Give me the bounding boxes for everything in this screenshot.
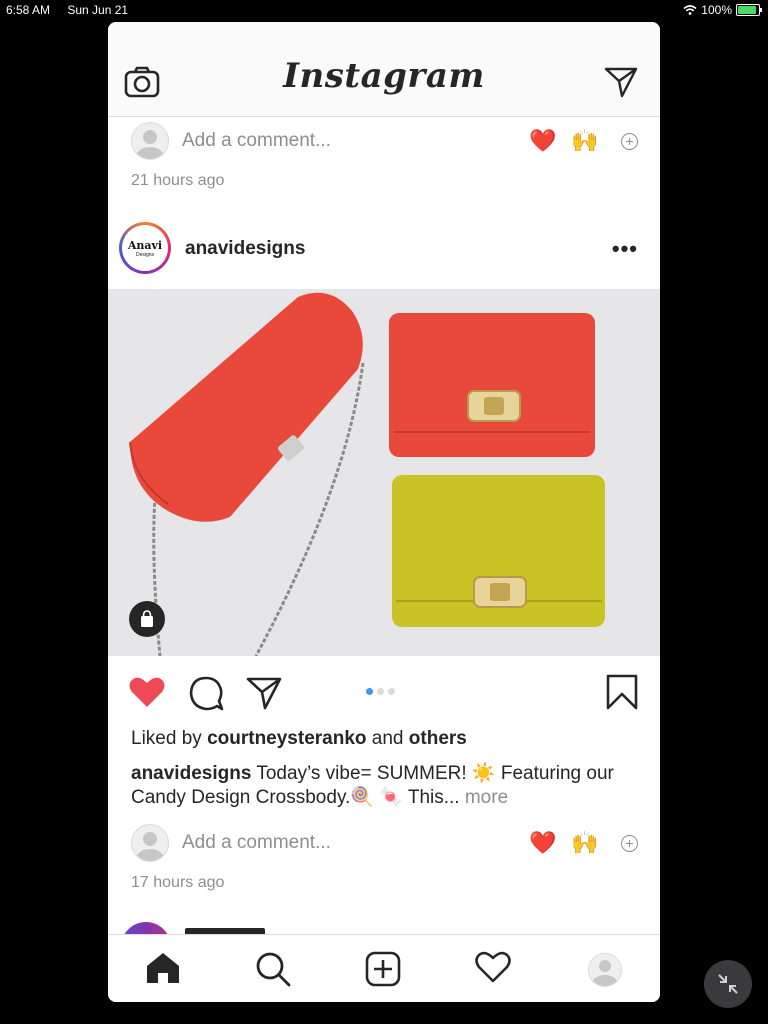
comment-icon[interactable] bbox=[188, 676, 224, 712]
battery-fill bbox=[738, 6, 756, 14]
new-post-icon[interactable] bbox=[365, 951, 401, 987]
instagram-app-window: Instagram Add a comment... ❤️ 🙌 + 21 hou… bbox=[108, 22, 660, 1002]
add-reaction-icon[interactable]: + bbox=[621, 835, 638, 852]
caption-more-link[interactable]: more bbox=[465, 787, 508, 808]
likes-and: and bbox=[371, 728, 404, 749]
more-options-icon[interactable]: ••• bbox=[612, 236, 638, 262]
avatar bbox=[131, 824, 169, 862]
post-header: Anavi Designs anavidesigns ••• bbox=[108, 222, 660, 278]
previous-post-timestamp: 21 hours ago bbox=[131, 172, 225, 189]
collapse-arrows-icon bbox=[718, 974, 738, 994]
post-caption: anavidesigns Today’s vibe= SUMMER! ☀️ Fe… bbox=[131, 762, 641, 810]
bookmark-icon[interactable] bbox=[606, 674, 638, 710]
post-username[interactable]: anavidesigns bbox=[185, 238, 305, 260]
direct-message-icon[interactable] bbox=[604, 66, 638, 98]
avatar-brand-text: Anavi bbox=[127, 239, 163, 252]
like-heart-icon[interactable] bbox=[128, 675, 166, 709]
collapse-window-button[interactable] bbox=[704, 960, 752, 1008]
raising-hands-reaction-button[interactable]: 🙌 bbox=[571, 830, 598, 856]
post-author-avatar[interactable]: Anavi Designs bbox=[119, 222, 171, 274]
status-time: 6:58 AM bbox=[6, 3, 51, 17]
bottom-tab-bar bbox=[108, 934, 660, 1002]
handbags-photo bbox=[129, 292, 605, 656]
post-action-bar bbox=[108, 672, 660, 712]
likes-prefix: Liked by bbox=[131, 728, 202, 749]
activity-heart-icon[interactable] bbox=[475, 951, 511, 983]
yellow-square-bag bbox=[392, 475, 605, 627]
post-image[interactable] bbox=[108, 289, 660, 656]
battery-percent: 100% bbox=[701, 3, 732, 17]
home-icon[interactable] bbox=[145, 951, 181, 985]
status-date: Sun Jun 21 bbox=[67, 3, 129, 17]
carousel-dot bbox=[377, 688, 384, 695]
top-header: Instagram bbox=[108, 22, 660, 117]
post-timestamp: 17 hours ago bbox=[131, 874, 225, 891]
avatar bbox=[131, 122, 169, 160]
heart-reaction-button[interactable]: ❤️ bbox=[529, 830, 556, 856]
app-logo: Instagram bbox=[283, 56, 485, 96]
wifi-icon bbox=[683, 5, 697, 15]
raising-hands-reaction-button[interactable]: 🙌 bbox=[571, 128, 598, 154]
comment-input[interactable]: Add a comment... bbox=[182, 832, 331, 854]
avatar-brand-subtext: Designs bbox=[135, 252, 155, 258]
caption-username[interactable]: anavidesigns bbox=[131, 763, 251, 784]
liked-by-username[interactable]: courtneysteranko bbox=[207, 728, 366, 749]
likes-others-link[interactable]: others bbox=[409, 728, 467, 749]
comment-input[interactable]: Add a comment... bbox=[182, 130, 331, 152]
heart-reaction-button[interactable]: ❤️ bbox=[529, 128, 556, 154]
battery-icon bbox=[736, 4, 762, 16]
share-icon[interactable] bbox=[246, 676, 282, 710]
carousel-indicator bbox=[366, 688, 395, 695]
profile-avatar[interactable] bbox=[588, 953, 622, 987]
search-icon[interactable] bbox=[255, 951, 291, 987]
add-reaction-icon[interactable]: + bbox=[621, 133, 638, 150]
carousel-dot bbox=[388, 688, 395, 695]
previous-post-comment-row: Add a comment... ❤️ 🙌 + bbox=[108, 122, 660, 162]
red-square-bag bbox=[389, 313, 595, 457]
status-bar: 6:58 AM Sun Jun 21 100% bbox=[0, 0, 768, 20]
carousel-dot bbox=[366, 688, 373, 695]
shopping-bag-icon[interactable] bbox=[129, 601, 165, 637]
red-cylinder-bag bbox=[129, 292, 363, 522]
post-comment-row: Add a comment... ❤️ 🙌 + bbox=[108, 824, 660, 864]
likes-summary: Liked by courtneysteranko and others bbox=[131, 728, 467, 750]
